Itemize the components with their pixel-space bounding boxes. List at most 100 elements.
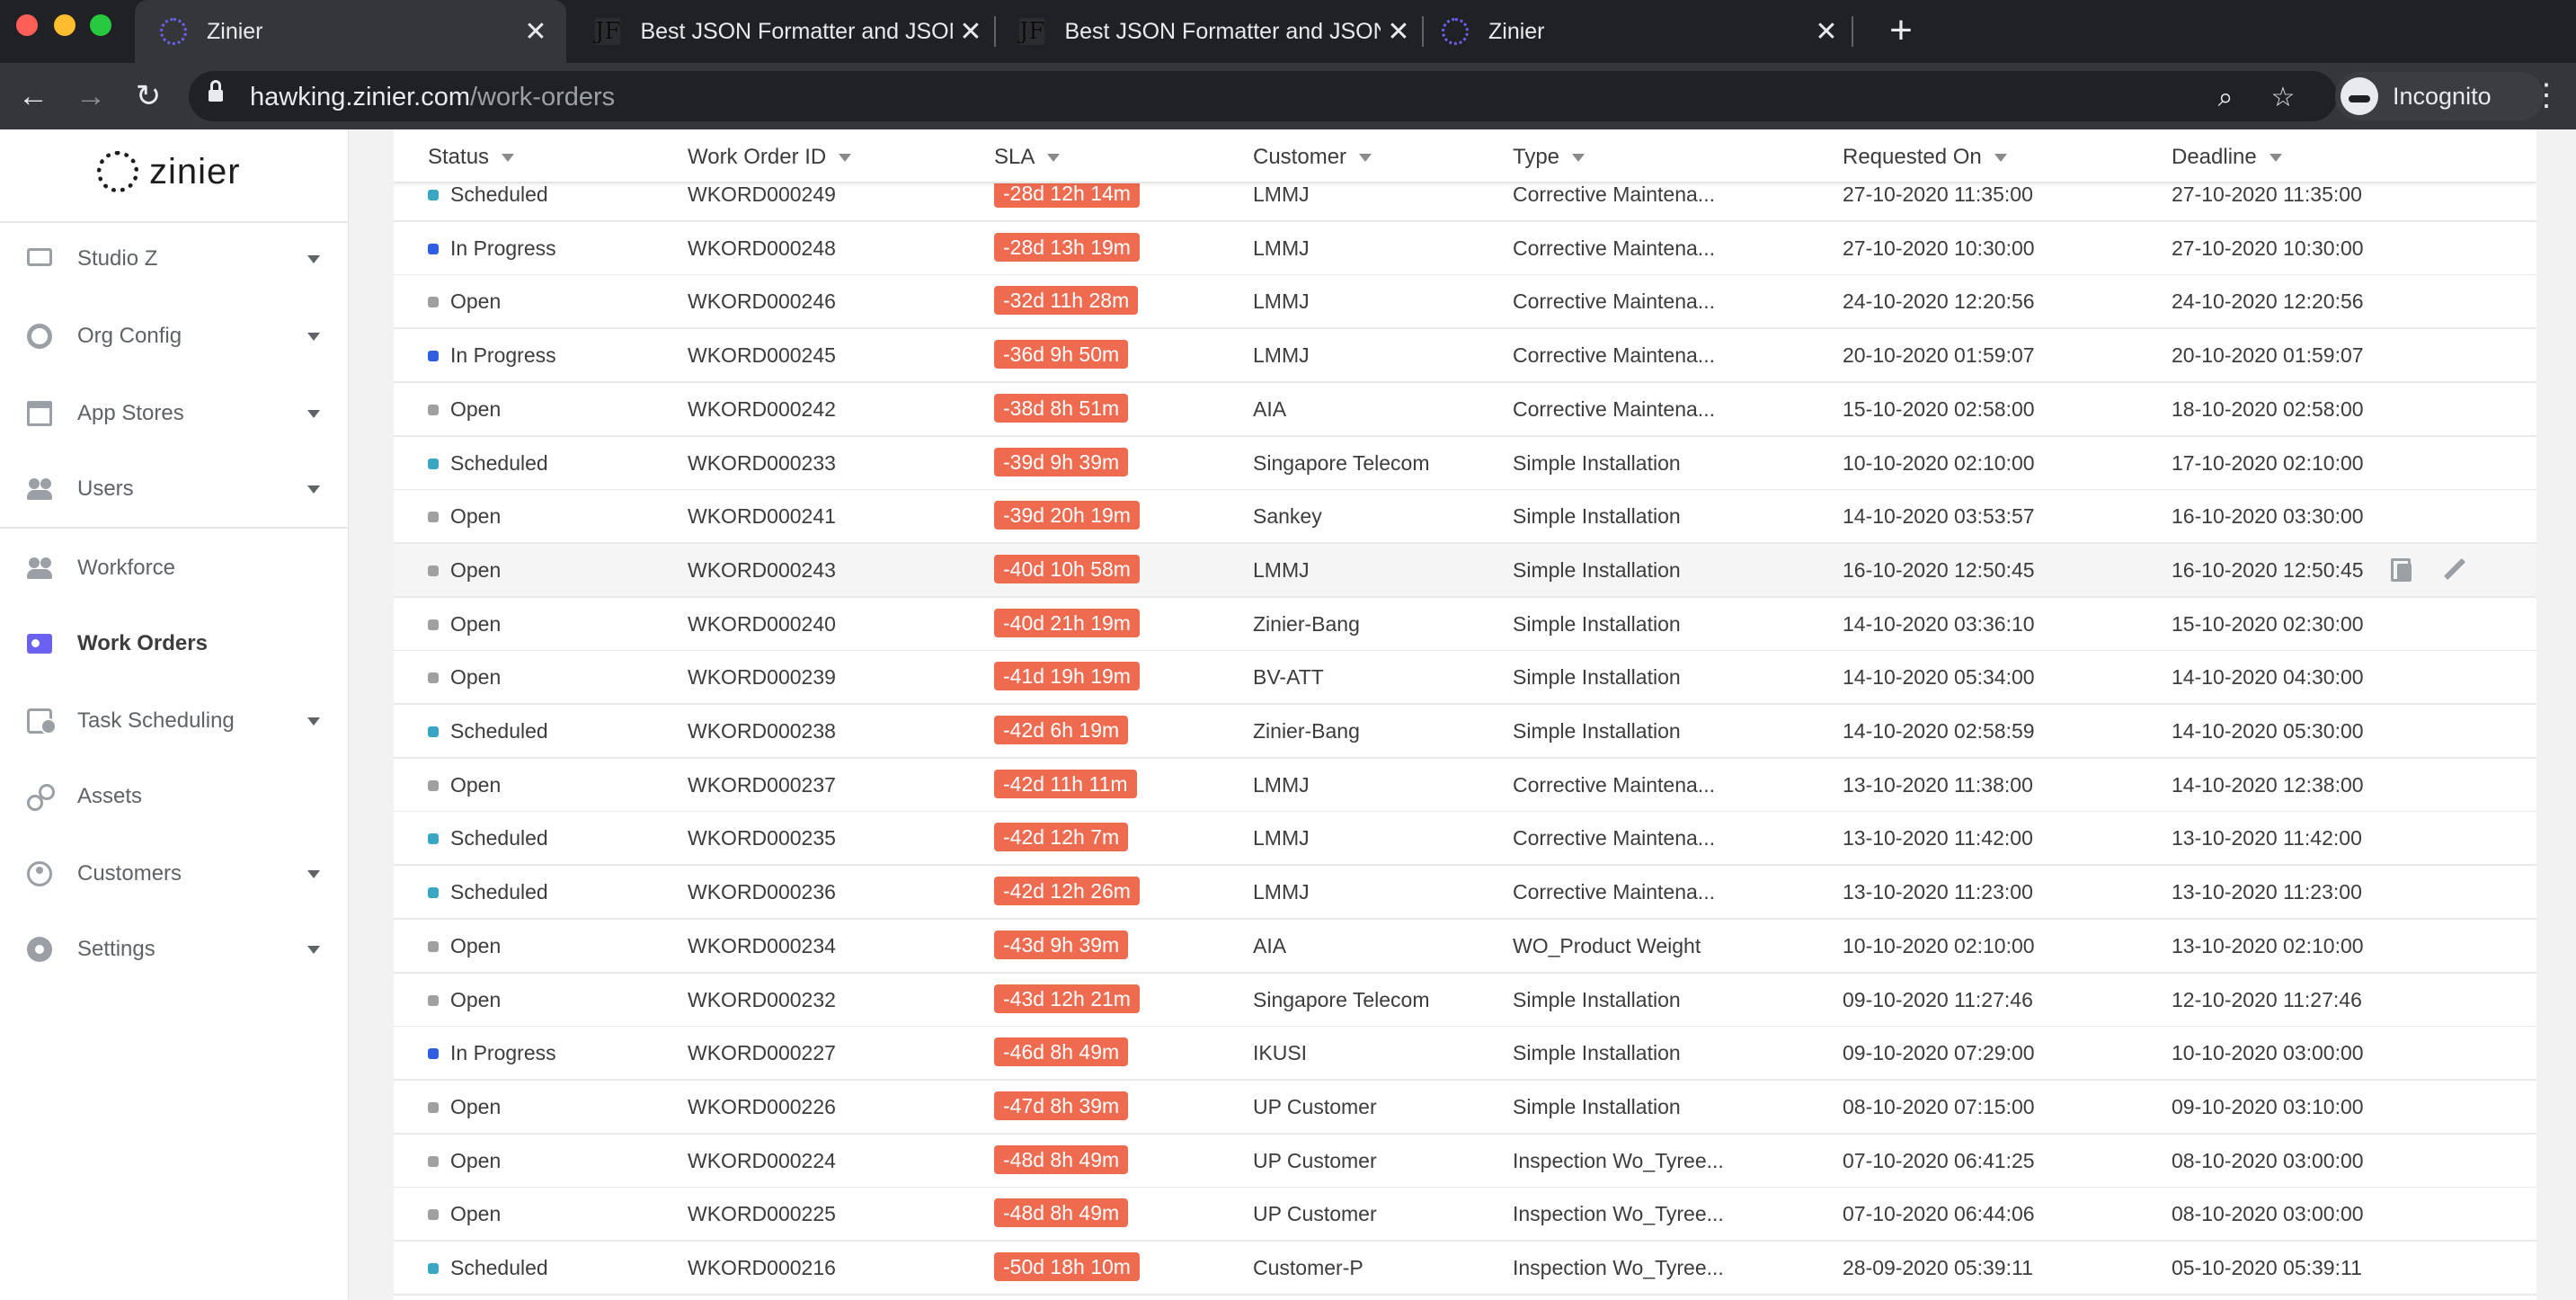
url-text[interactable]: hawking.zinier.com/work-orders <box>250 83 615 112</box>
browser-tab-json-formatter-2[interactable]: JF Best JSON Formatter and JSON ✕ <box>999 0 1417 63</box>
table-row[interactable]: Scheduled -39d 9h 39m WKORD000233 Singapore… <box>394 437 2536 491</box>
type-cell: Corrective Maintena... <box>1513 289 1715 313</box>
sort-icon[interactable] <box>1994 153 2007 162</box>
sidebar-item-workforce[interactable]: Workforce <box>0 543 349 593</box>
column-header-deadline[interactable]: Deadline <box>2172 145 2282 170</box>
window-maximize-button[interactable] <box>90 14 111 36</box>
table-row[interactable]: Scheduled -42d 12h 7m WKORD000235 LMMJ Corre… <box>394 812 2536 866</box>
browser-menu-icon[interactable]: ⋮ <box>2531 77 2562 113</box>
sort-icon[interactable] <box>1359 153 1372 162</box>
chevron-down-icon <box>307 945 320 954</box>
sidebar-item-studio-z[interactable]: Studio Z <box>0 234 349 284</box>
status-label: Open <box>450 289 502 313</box>
sort-icon[interactable] <box>1047 153 1061 162</box>
status-dot-icon <box>428 350 439 361</box>
table-row[interactable]: Open -39d 20h 19m WKORD000241 Sankey Simple … <box>394 490 2536 544</box>
browser-tab-zinier-active[interactable]: Zinier ✕ <box>135 0 566 63</box>
column-header-work-order-id[interactable]: Work Order ID <box>688 145 852 170</box>
sidebar-item-assets[interactable]: Assets <box>0 771 349 822</box>
chevron-down-icon <box>307 332 320 341</box>
sla-badge: -28d 13h 19m <box>994 233 1140 262</box>
sidebar-item-customers[interactable]: Customers <box>0 849 349 899</box>
table-row[interactable]: Open -42d 11h 11m WKORD000237 LMMJ Correctiv… <box>394 759 2536 813</box>
requested-on-cell: 27-10-2020 11:35:00 <box>1843 183 2033 206</box>
table-row[interactable]: Open -38d 8h 51m WKORD000242 AIA Corrective … <box>394 383 2536 437</box>
customer-cell: LMMJ <box>1253 558 1310 582</box>
deadline-cell: 12-10-2020 11:27:46 <box>2172 988 2362 1011</box>
sort-icon[interactable] <box>839 153 852 162</box>
sidebar-item-settings[interactable]: Settings <box>0 924 349 975</box>
new-tab-button[interactable]: + <box>1879 9 1923 54</box>
table-row[interactable]: Open -48d 8h 49m WKORD000225 UP Customer Ins… <box>394 1188 2536 1242</box>
work-order-id-cell: WKORD000248 <box>688 236 836 260</box>
customer-cell: UP Customer <box>1253 1149 1377 1172</box>
table-row[interactable]: Open -48d 8h 49m WKORD000224 UP Customer Ins… <box>394 1135 2536 1189</box>
browser-tab-json-formatter-1[interactable]: JF Best JSON Formatter and JSON ✕ <box>575 0 989 63</box>
chevron-down-icon <box>307 409 320 418</box>
sidebar-item-app-stores[interactable]: App Stores <box>0 388 349 439</box>
table-row[interactable]: In Progress -36d 9h 50m WKORD000245 LMMJ Cor… <box>394 329 2536 383</box>
table-row[interactable]: Open -40d 10h 58m WKORD000243 LMMJ Simple In… <box>394 544 2536 598</box>
deadline-cell: 08-10-2020 03:00:00 <box>2172 1149 2364 1172</box>
sidebar-item-users[interactable]: Users <box>0 464 349 514</box>
column-header-label: Requested On <box>1843 145 1982 169</box>
tab-close-icon[interactable]: ✕ <box>518 16 554 48</box>
tab-close-icon[interactable]: ✕ <box>1381 16 1417 48</box>
sidebar-item-task-scheduling[interactable]: Task Scheduling <box>0 696 349 746</box>
back-icon[interactable]: ← <box>13 76 54 117</box>
sidebar-item-label: Org Config <box>77 324 182 348</box>
status-label: Open <box>450 934 502 957</box>
sidebar-item-work-orders[interactable]: Work Orders <box>0 619 349 669</box>
table-row[interactable]: Open -41d 19h 19m WKORD000239 BV-ATT Simple … <box>394 651 2536 705</box>
forward-icon[interactable]: → <box>70 76 111 117</box>
table-row[interactable]: Open -47d 8h 39m WKORD000226 UP Customer Sim… <box>394 1081 2536 1135</box>
work-order-id-cell: WKORD000227 <box>688 1041 836 1064</box>
column-header-label: Status <box>428 145 490 169</box>
column-header-sla[interactable]: SLA <box>994 145 1061 170</box>
search-icon[interactable]: ⌕ <box>2207 80 2243 116</box>
column-header-status[interactable]: Status <box>428 145 515 170</box>
table-row[interactable]: Scheduled -50d 18h 10m WKORD000216 Customer… <box>394 1242 2536 1296</box>
table-row[interactable]: Open -32d 11h 28m WKORD000246 LMMJ Correctiv… <box>394 275 2536 329</box>
deadline-cell: 14-10-2020 05:30:00 <box>2172 719 2364 743</box>
tab-close-icon[interactable]: ✕ <box>1808 16 1844 48</box>
browser-toolbar: ← → ↻ hawking.zinier.com/work-orders ⌕ ☆ <box>0 63 2576 129</box>
sidebar-item-label: Settings <box>77 937 155 961</box>
status-dot-icon <box>428 940 439 952</box>
deadline-cell: 10-10-2020 03:00:00 <box>2172 1041 2364 1064</box>
status-cell: Scheduled <box>428 826 548 850</box>
url-path: /work-orders <box>470 83 616 111</box>
status-dot-icon <box>428 458 439 469</box>
window-close-button[interactable] <box>16 14 38 36</box>
column-header-label: Deadline <box>2172 145 2257 169</box>
star-icon[interactable]: ☆ <box>2265 80 2301 116</box>
sla-badge: -47d 8h 39m <box>994 1091 1129 1120</box>
table-row[interactable]: Scheduled -42d 12h 26m WKORD000236 LMMJ Corr… <box>394 866 2536 920</box>
column-header-type[interactable]: Type <box>1513 145 1586 170</box>
copy-icon[interactable] <box>2389 557 2416 583</box>
browser-tab-zinier-2[interactable]: Zinier ✕ <box>1427 0 1844 63</box>
incognito-badge[interactable]: Incognito <box>2335 72 2544 120</box>
window-minimize-button[interactable] <box>54 14 76 36</box>
tab-close-icon[interactable]: ✕ <box>953 16 989 48</box>
sort-icon[interactable] <box>1572 153 1586 162</box>
table-row[interactable]: Open -40d 21h 19m WKORD000240 Zinier-Bang Si… <box>394 598 2536 652</box>
work-orders-icon <box>27 634 52 654</box>
table-row[interactable]: Open -43d 9h 39m WKORD000234 AIA WO_Product … <box>394 920 2536 974</box>
table-row[interactable]: Scheduled -42d 6h 19m WKORD000238 Zinier-Ba… <box>394 705 2536 759</box>
sort-icon[interactable] <box>2269 153 2282 162</box>
table-row[interactable]: In Progress -46d 8h 49m WKORD000227 IKUSI Si… <box>394 1027 2536 1081</box>
customer-cell: LMMJ <box>1253 826 1310 850</box>
edit-icon[interactable] <box>2441 557 2468 583</box>
sort-icon[interactable] <box>502 153 515 162</box>
sidebar-item-org-config[interactable]: Org Config <box>0 311 349 361</box>
reload-icon[interactable]: ↻ <box>128 76 169 117</box>
zinier-logo[interactable]: zinier <box>97 151 241 192</box>
column-header-customer[interactable]: Customer <box>1253 145 1372 170</box>
column-header-requested-on[interactable]: Requested On <box>1843 145 2007 170</box>
table-row[interactable]: Open -43d 12h 21m WKORD000232 Singapore Tel… <box>394 974 2536 1028</box>
type-cell: Inspection Wo_Tyree... <box>1513 1202 1724 1225</box>
sla-badge: -42d 11h 11m <box>994 770 1137 798</box>
table-row[interactable]: In Progress -28d 13h 19m WKORD000248 LMMJ Co… <box>394 222 2536 276</box>
address-bar[interactable]: hawking.zinier.com/work-orders ⌕ ☆ <box>189 71 2337 121</box>
